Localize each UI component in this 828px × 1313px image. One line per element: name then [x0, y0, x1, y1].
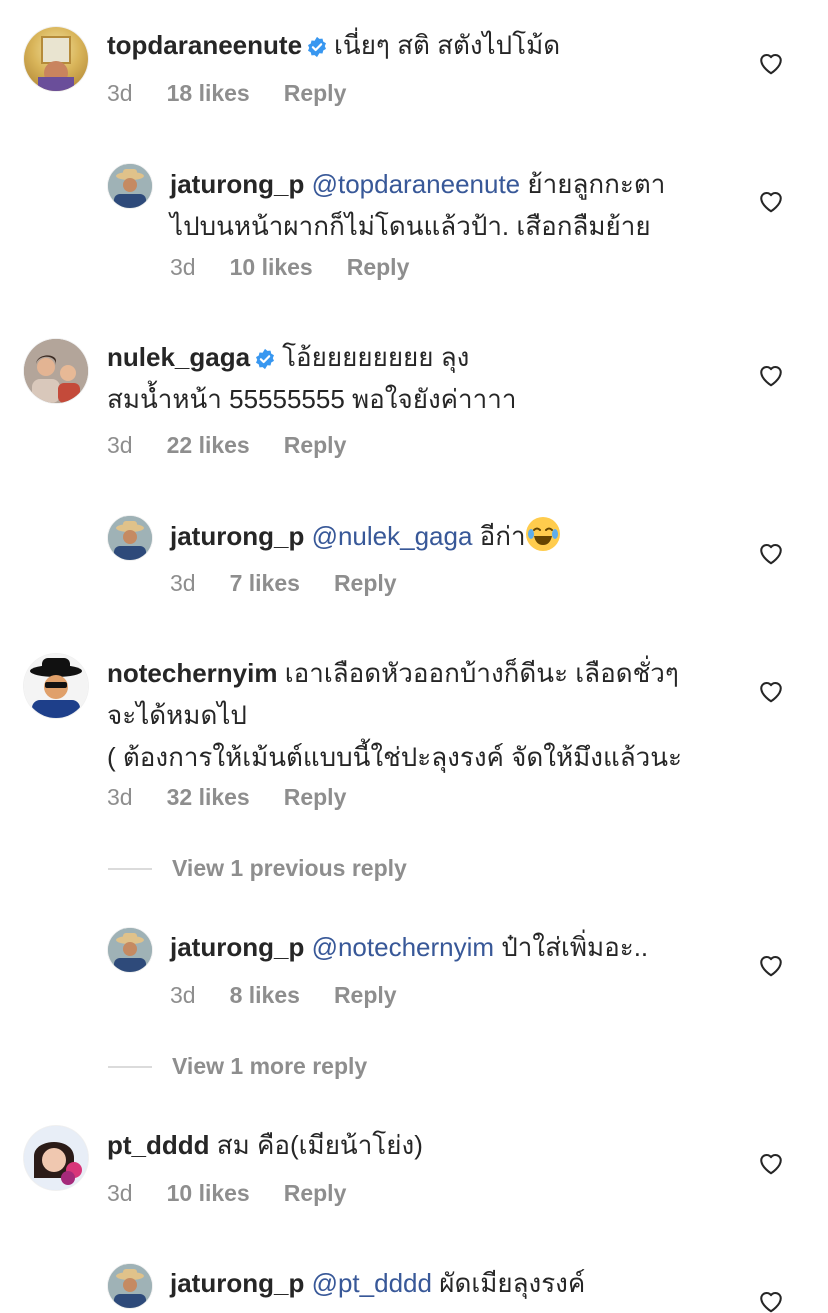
view-previous-label[interactable]: View 1 previous reply: [172, 855, 407, 882]
divider: [108, 867, 152, 870]
reply-button[interactable]: Reply: [284, 431, 347, 459]
comment-text: jaturong_p @nulek_gaga อีก่า: [170, 515, 560, 557]
comment-meta: 3d 32 likes Reply: [107, 783, 380, 811]
divider: [108, 1065, 152, 1068]
username[interactable]: jaturong_p: [170, 521, 304, 551]
reply-button[interactable]: Reply: [284, 783, 347, 811]
comment-text: notechernyim เอาเลือดหัวออกบ้างก็ดีนะ เล…: [107, 652, 682, 778]
timestamp: 3d: [107, 80, 133, 106]
avatar[interactable]: [24, 1126, 88, 1190]
mention-link[interactable]: @notechernyim: [312, 932, 494, 962]
like-count[interactable]: 10 likes: [167, 1179, 250, 1207]
heart-outline-icon[interactable]: [758, 541, 784, 565]
comment-text: jaturong_p @pt_dddd ผัดเมียลุงรงค์: [170, 1262, 585, 1304]
timestamp: 3d: [170, 982, 196, 1008]
comment-body: ย้ายลูกกะตา: [527, 169, 666, 199]
comment-body: ผัดเมียลุงรงค์: [439, 1268, 586, 1298]
like-count[interactable]: 22 likes: [167, 431, 250, 459]
comment-body-continued: ( ต้องการให้เม้นต์แบบนี้ใช่ปะลุงรงค์ จัด…: [107, 742, 682, 772]
avatar[interactable]: [24, 654, 88, 718]
username[interactable]: jaturong_p: [170, 1268, 304, 1298]
mention-link[interactable]: @nulek_gaga: [312, 521, 473, 551]
heart-outline-icon[interactable]: [758, 1151, 784, 1175]
comment-meta: 3d 10 likes Reply: [170, 253, 443, 281]
username[interactable]: notechernyim: [107, 658, 278, 688]
heart-outline-icon[interactable]: [758, 51, 784, 75]
avatar[interactable]: [108, 928, 152, 972]
reply-button[interactable]: Reply: [334, 981, 397, 1009]
username[interactable]: nulek_gaga: [107, 342, 250, 372]
like-count[interactable]: 18 likes: [167, 79, 250, 107]
like-count[interactable]: 7 likes: [230, 569, 300, 597]
comment-body: ป๋าใส่เพิ่มอะ..: [501, 932, 649, 962]
verified-badge-icon: [308, 36, 327, 58]
avatar[interactable]: [108, 164, 152, 208]
avatar[interactable]: [24, 339, 88, 403]
avatar[interactable]: [108, 516, 152, 560]
comment-body: เนี่ยๆ สติ สตังไปโม้ด: [334, 30, 561, 60]
username[interactable]: pt_dddd: [107, 1130, 210, 1160]
reply-button[interactable]: Reply: [284, 79, 347, 107]
comment-text: jaturong_p @notechernyim ป๋าใส่เพิ่มอะ..: [170, 926, 648, 968]
comment-meta: 3d 22 likes Reply: [107, 431, 380, 459]
avatar[interactable]: [24, 27, 88, 91]
avatar[interactable]: [108, 1264, 152, 1308]
comment-text: nulek_gaga โอ้ยยยยยยยย ลุง สมน้ำหน้า 5555…: [107, 336, 516, 420]
mention-link[interactable]: @topdaraneenute: [312, 169, 521, 199]
view-previous-replies-button[interactable]: View 1 previous reply: [108, 855, 407, 882]
view-more-label[interactable]: View 1 more reply: [172, 1053, 367, 1080]
username[interactable]: topdaraneenute: [107, 30, 302, 60]
like-count[interactable]: 10 likes: [230, 253, 313, 281]
timestamp: 3d: [107, 432, 133, 458]
heart-outline-icon[interactable]: [758, 953, 784, 977]
timestamp: 3d: [107, 784, 133, 810]
comment-meta: 3d 10 likes Reply: [107, 1179, 380, 1207]
comment-meta: 3d 7 likes Reply: [170, 569, 431, 597]
comment-text: jaturong_p @topdaraneenute ย้ายลูกกะตา ไ…: [170, 163, 665, 247]
comment-text: topdaraneenute เนี่ยๆ สติ สตังไปโม้ด: [107, 24, 560, 66]
laughing-tears-emoji-icon: [525, 517, 560, 551]
heart-outline-icon[interactable]: [758, 189, 784, 213]
comment-body: เอาเลือดหัวออกบ้างก็ดีนะ เลือดชั่วๆ: [284, 658, 679, 688]
comment-meta: 3d 8 likes Reply: [170, 981, 431, 1009]
verified-badge-icon: [256, 348, 275, 370]
username[interactable]: jaturong_p: [170, 169, 304, 199]
mention-link[interactable]: @pt_dddd: [312, 1268, 432, 1298]
view-more-replies-button[interactable]: View 1 more reply: [108, 1053, 367, 1080]
comment-body: อีก่า: [479, 521, 526, 551]
heart-outline-icon[interactable]: [758, 363, 784, 387]
comment-meta: 3d 18 likes Reply: [107, 79, 380, 107]
comment-body: โอ้ยยยยยยยย ลุง: [282, 342, 470, 372]
like-count[interactable]: 32 likes: [167, 783, 250, 811]
timestamp: 3d: [170, 570, 196, 596]
comment-body-continued: จะได้หมดไป: [107, 700, 247, 730]
comment-body: สม คือ(เมียน้าโย่ง): [216, 1130, 423, 1160]
like-count[interactable]: 8 likes: [230, 981, 300, 1009]
comment-body-continued: ไปบนหน้าผากก็ไม่โดนแล้วป้า. เสือกลืมย้าย: [170, 211, 651, 241]
comment-text: pt_dddd สม คือ(เมียน้าโย่ง): [107, 1124, 423, 1166]
reply-button[interactable]: Reply: [334, 569, 397, 597]
timestamp: 3d: [107, 1180, 133, 1206]
timestamp: 3d: [170, 254, 196, 280]
heart-outline-icon[interactable]: [758, 679, 784, 703]
heart-outline-icon[interactable]: [758, 1289, 784, 1313]
reply-button[interactable]: Reply: [284, 1179, 347, 1207]
reply-button[interactable]: Reply: [347, 253, 410, 281]
comment-body-continued: สมน้ำหน้า 55555555 พอใจยังค่าาาา: [107, 384, 517, 414]
username[interactable]: jaturong_p: [170, 932, 304, 962]
